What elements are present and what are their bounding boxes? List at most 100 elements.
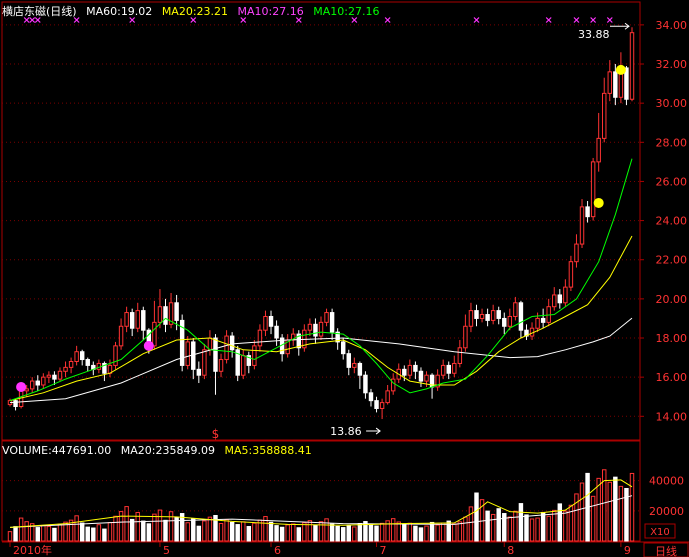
candle-body [207, 337, 213, 351]
volume-bar [474, 492, 479, 542]
volume-bar [346, 524, 351, 542]
candle-body [41, 376, 46, 386]
candle-body [157, 306, 163, 323]
candle-body [590, 161, 596, 218]
volume-bar [452, 523, 457, 542]
stock-name: 横店东磁(日线) [2, 5, 77, 18]
price-tick-label: 22.00 [656, 254, 688, 267]
price-tick-label: 16.00 [656, 371, 688, 384]
volume-bar [629, 472, 635, 542]
volume-label: VOLUME:447691.00 [2, 444, 112, 457]
volume-tick-label: 40000 [649, 475, 684, 488]
volume-bar [368, 524, 374, 542]
price-tick-label: 18.00 [656, 332, 688, 345]
volume-bar [79, 522, 85, 542]
volume-bar [7, 531, 13, 542]
candle-body [229, 335, 235, 351]
volume-bar [507, 516, 513, 542]
volume-bar [129, 518, 135, 542]
candle-body [513, 302, 518, 317]
x-tick-label: 6 [274, 544, 281, 557]
volume-bar [252, 522, 257, 542]
candle-body [307, 323, 313, 331]
signal-dot-marker [16, 381, 27, 392]
candle-body [29, 380, 35, 390]
candle-body [507, 315, 513, 327]
candle-body [113, 345, 118, 366]
volume-bar [52, 527, 57, 542]
volume-bar [496, 508, 501, 542]
price-tick-label: 30.00 [656, 97, 688, 110]
candle-body [440, 364, 446, 376]
volume-bar [224, 519, 229, 542]
candle-body [313, 323, 318, 337]
candle-body [118, 325, 124, 347]
volume-bar [124, 506, 129, 542]
candle-body [252, 345, 257, 366]
volume-bar [396, 521, 401, 542]
volume-bar [524, 514, 529, 542]
volume-bar [268, 521, 274, 542]
candle-body [424, 374, 429, 382]
volume-bar [596, 477, 601, 542]
candle-body [379, 402, 385, 409]
volume-bar [113, 515, 118, 542]
candle-body [74, 351, 79, 363]
price-tick-label: 34.00 [656, 19, 688, 32]
volume-bar [607, 481, 613, 542]
volume-bar [579, 482, 585, 542]
candle-body [268, 315, 274, 327]
ma10-green-label: MA10:27.16 [313, 5, 380, 18]
x-tick-label: 7 [380, 544, 387, 557]
volume-bar [535, 517, 540, 542]
period-button[interactable]: 日线 [655, 544, 677, 557]
volume-bar [352, 526, 357, 542]
candle-body [196, 368, 202, 376]
candle-body [346, 353, 351, 368]
candle-body [85, 359, 90, 366]
volume-bar [563, 510, 568, 542]
candle-body [318, 321, 324, 337]
candle-body [374, 400, 379, 409]
x-tick-label: 9 [624, 544, 631, 557]
candle-body [218, 359, 224, 372]
volume-bar [546, 515, 551, 542]
volume-bar [557, 503, 563, 542]
volume-bar [390, 518, 396, 542]
candle-body [241, 355, 246, 376]
volume-bar [324, 518, 329, 542]
candle-body [452, 362, 457, 374]
volume-bar [91, 527, 96, 542]
volume-bar [85, 526, 90, 542]
candle-body [274, 325, 279, 339]
candle-body [202, 349, 207, 376]
low-price-arrow [366, 427, 381, 435]
candle-body [185, 341, 190, 366]
volume-bar [540, 511, 546, 542]
volume-bar [296, 527, 302, 542]
top-signal-cross [573, 17, 580, 23]
volume-bar [279, 526, 285, 542]
candle-body [257, 329, 263, 347]
volume-unit-label: X10 [650, 527, 670, 538]
candle-body [63, 366, 68, 372]
volume-bar [429, 521, 435, 542]
volume-bar [246, 526, 252, 542]
volume-bar [291, 523, 296, 542]
volume-bar [340, 527, 346, 542]
high-price-arrow [610, 22, 630, 30]
volume-bar [35, 527, 40, 542]
candle-body [35, 380, 40, 386]
x-tick-label: 5 [163, 544, 170, 557]
volume-bar [590, 495, 596, 542]
kline-chart[interactable]: 14.00 16.00 18.00 20.00 22.00 24.00 26.00 28.00… [0, 0, 689, 557]
volume-bar [335, 525, 340, 542]
candle-body [490, 310, 496, 321]
volume-bar [613, 476, 618, 542]
volume-bar [468, 506, 474, 542]
candle-body [563, 286, 568, 304]
candle-body [485, 314, 490, 321]
volume-bar [46, 525, 52, 542]
candle-body [357, 362, 363, 376]
volume-bar [202, 520, 207, 542]
